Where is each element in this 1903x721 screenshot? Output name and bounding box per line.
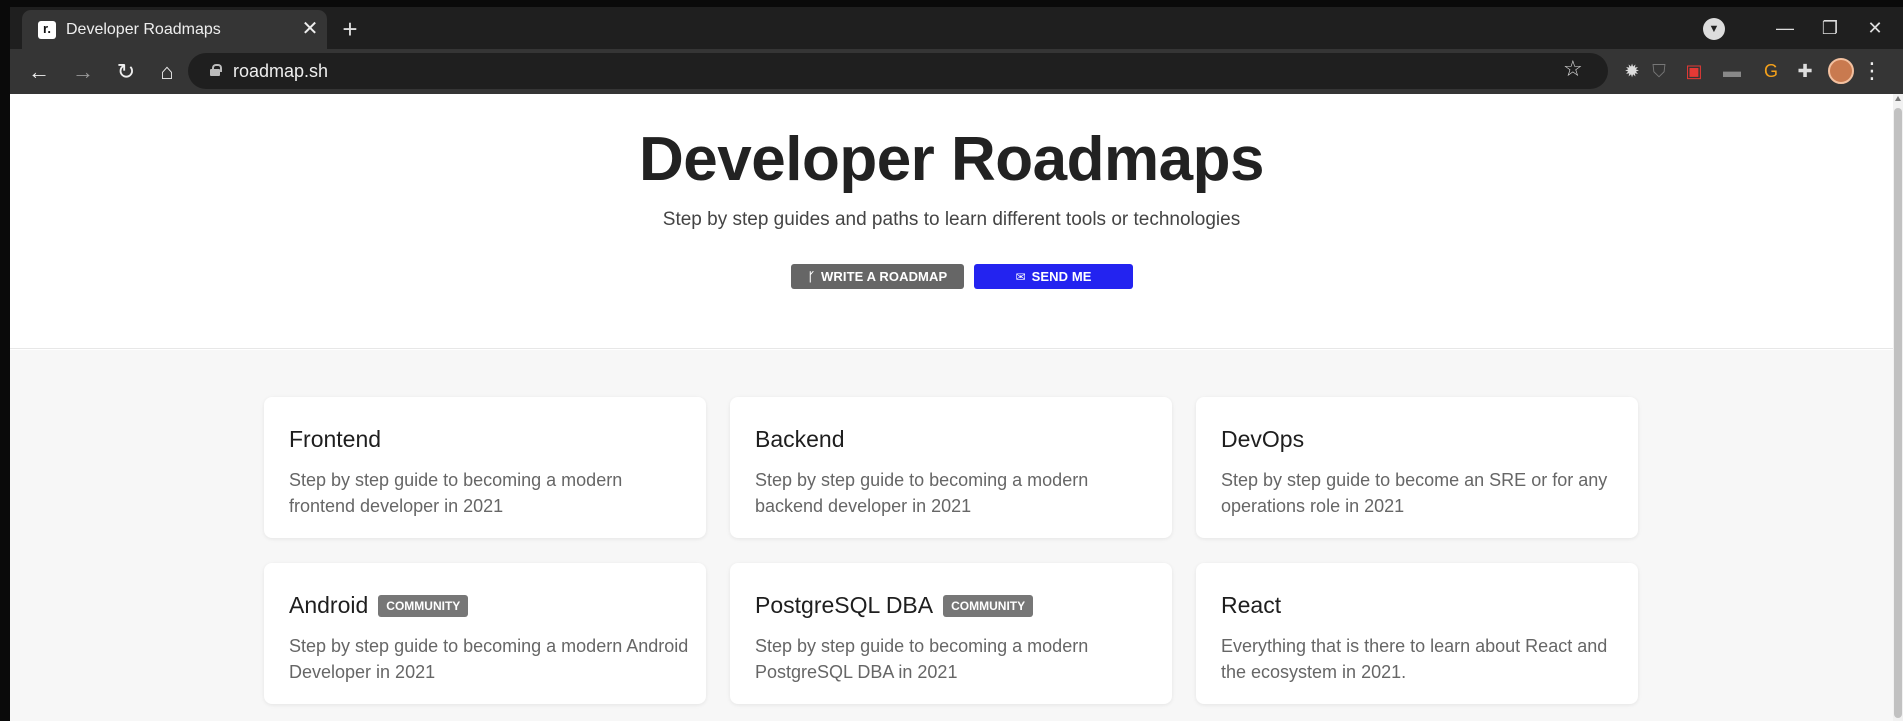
hero-section: Developer Roadmaps Step by step guides a… xyxy=(10,94,1893,349)
community-badge: COMMUNITY xyxy=(943,595,1034,617)
address-bar[interactable]: roadmap.sh ☆ xyxy=(188,53,1608,89)
roadmap-card-devops[interactable]: DevOps Step by step guide to become an S… xyxy=(1196,397,1638,538)
card-description: Step by step guide to becoming a modern … xyxy=(289,636,689,682)
pocket-extension-icon[interactable]: ▣ xyxy=(1682,59,1706,83)
new-tab-plus-icon[interactable]: + xyxy=(336,15,364,43)
reload-icon[interactable]: ↻ xyxy=(109,55,143,89)
page-subtitle: Step by step guides and paths to learn d… xyxy=(662,209,1241,230)
roadmap-grid: Frontend Step by step guide to becoming … xyxy=(10,350,1893,721)
card-title: Backend xyxy=(755,426,845,452)
card-title: Frontend xyxy=(289,426,382,452)
tab-search-chevron-icon[interactable]: ▼ xyxy=(1703,18,1725,40)
scroll-up-arrow-icon[interactable] xyxy=(1895,96,1901,101)
tab-strip: r. Developer Roadmaps ✕ + ▼ — ❐ ✕ xyxy=(10,7,1903,49)
card-title: DevOps xyxy=(1221,426,1305,452)
home-icon[interactable]: ⌂ xyxy=(150,55,184,89)
puzzle-extensions-icon[interactable]: ✚ xyxy=(1793,59,1817,83)
roadmap-card-frontend[interactable]: Frontend Step by step guide to becoming … xyxy=(264,397,706,538)
browser-window: r. Developer Roadmaps ✕ + ▼ — ❐ ✕ ← → ↻ … xyxy=(10,7,1903,721)
write-roadmap-button[interactable]: ᚴ WRITE A ROADMAP xyxy=(791,264,964,289)
write-roadmap-label: WRITE A ROADMAP xyxy=(821,269,948,284)
lock-icon xyxy=(210,64,222,76)
forward-arrow-icon[interactable]: → xyxy=(66,55,100,89)
roadmap-card-android[interactable]: Android COMMUNITY Step by step guide to b… xyxy=(264,563,706,704)
reader-extension-icon[interactable]: ▬ xyxy=(1720,59,1744,83)
community-badge: COMMUNITY xyxy=(378,595,469,617)
vertical-scrollbar[interactable] xyxy=(1893,94,1903,721)
profile-avatar[interactable] xyxy=(1828,58,1854,84)
close-window-icon[interactable]: ✕ xyxy=(1855,13,1895,43)
url-text: roadmap.sh xyxy=(233,61,329,81)
grammarly-extension-icon[interactable]: G xyxy=(1759,59,1783,83)
card-description: Step by step guide to become an SRE or f… xyxy=(1221,470,1608,516)
scroll-thumb[interactable] xyxy=(1894,108,1902,718)
page-title: Developer Roadmaps xyxy=(639,125,1265,194)
page-viewport: Developer Roadmaps Step by step guides a… xyxy=(10,94,1893,721)
browser-toolbar: ← → ↻ ⌂ roadmap.sh ☆ ✹ ⛉ ▣ ▬ G ✚ ⋮ xyxy=(10,49,1903,94)
roadmap-card-postgresql-dba[interactable]: PostgreSQL DBA COMMUNITY Step by step gui… xyxy=(730,563,1172,704)
envelope-icon: ✉ xyxy=(1015,270,1026,284)
shield-extension-icon[interactable]: ⛉ xyxy=(1647,59,1671,83)
send-updates-button[interactable]: ✉ SEND ME UPDATES xyxy=(974,264,1133,310)
bookmark-star-icon[interactable]: ☆ xyxy=(1563,56,1583,82)
card-title: React xyxy=(1221,592,1282,618)
roadmap-card-react[interactable]: React Everything that is there to learn … xyxy=(1196,563,1638,704)
minimize-icon[interactable]: — xyxy=(1765,13,1805,43)
roadmap-favicon-icon: r. xyxy=(38,21,56,39)
vertical-dots-menu-icon[interactable]: ⋮ xyxy=(1860,57,1884,85)
card-description: Step by step guide to becoming a modern … xyxy=(755,470,1089,516)
roadmap-card-backend[interactable]: Backend Step by step guide to becoming a… xyxy=(730,397,1172,538)
back-arrow-icon[interactable]: ← xyxy=(22,55,56,89)
gear-extension-icon[interactable]: ✹ xyxy=(1620,59,1644,83)
close-tab-icon[interactable]: ✕ xyxy=(298,17,322,41)
card-description: Everything that is there to learn about … xyxy=(1221,636,1608,682)
browser-tab[interactable]: r. Developer Roadmaps ✕ xyxy=(22,10,327,49)
card-title: PostgreSQL DBA COMMUNITY xyxy=(755,592,1034,619)
card-description: Step by step guide to becoming a modern … xyxy=(755,636,1089,682)
send-updates-label: SEND ME UPDATES xyxy=(1022,269,1092,310)
tab-title: Developer Roadmaps xyxy=(66,21,221,38)
restore-window-icon[interactable]: ❐ xyxy=(1810,13,1850,43)
card-description: Step by step guide to becoming a modern … xyxy=(289,470,623,516)
card-title: Android COMMUNITY xyxy=(289,592,469,619)
git-branch-icon: ᚴ xyxy=(807,270,816,284)
